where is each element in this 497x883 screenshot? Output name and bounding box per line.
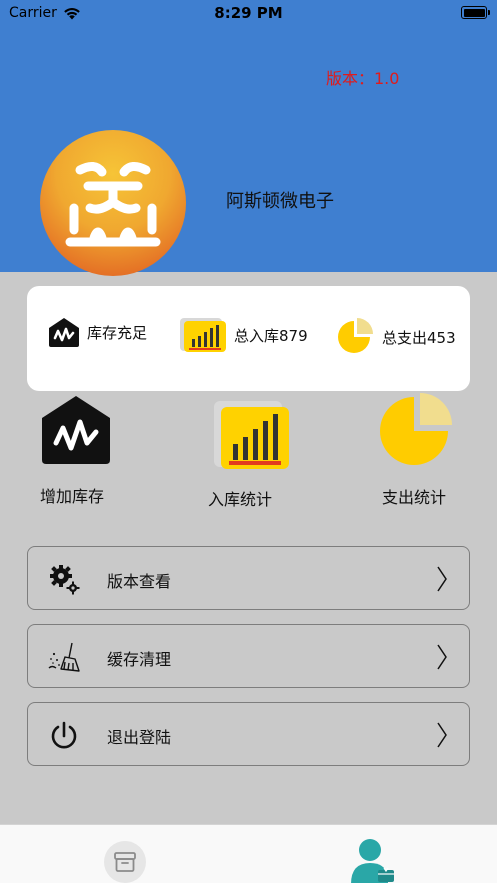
version-label: 版本：1.0 xyxy=(326,69,400,88)
status-time: 8:29 PM xyxy=(214,4,283,22)
power-icon xyxy=(51,721,77,749)
bar-chart-icon xyxy=(180,318,226,352)
chevron-right-icon xyxy=(437,722,447,748)
outbound-total-label: 总支出453 xyxy=(382,328,456,347)
stock-status[interactable]: 库存充足 xyxy=(47,316,147,348)
version-check-label: 版本查看 xyxy=(107,572,172,591)
tab-profile[interactable] xyxy=(348,835,398,883)
inbound-total[interactable]: 总入库879 xyxy=(180,316,308,354)
outbound-total[interactable]: 总支出453 xyxy=(334,318,456,356)
tab-home[interactable] xyxy=(104,841,146,883)
profile-header: Carrier 8:29 PM 版本：1.0 阿斯顿微电子 xyxy=(0,0,497,276)
gears-icon xyxy=(50,565,80,595)
add-stock-label: 增加库存 xyxy=(39,487,104,506)
logout-label: 退出登陆 xyxy=(107,728,172,747)
bar-chart-large-icon xyxy=(214,401,289,469)
version-check-row[interactable]: 版本查看 xyxy=(27,546,470,610)
company-name: 阿斯顿微电子 xyxy=(226,191,334,212)
stock-large-icon xyxy=(42,396,110,464)
inbound-total-label: 总入库879 xyxy=(234,326,308,345)
pie-chart-icon xyxy=(338,318,373,353)
stock-status-label: 库存充足 xyxy=(87,323,148,342)
battery-icon xyxy=(461,6,490,19)
box-icon xyxy=(114,852,136,872)
company-logo xyxy=(40,130,186,276)
clear-cache-label: 缓存清理 xyxy=(107,650,172,669)
logout-row[interactable]: 退出登陆 xyxy=(27,702,470,766)
tab-bar xyxy=(0,824,497,883)
summary-card: 库存充足 总入库879 总支出453 xyxy=(27,286,470,391)
broom-icon xyxy=(48,642,80,672)
chevron-right-icon xyxy=(437,644,447,670)
inbound-stats-label: 入库统计 xyxy=(207,490,272,509)
status-bar: Carrier 8:29 PM xyxy=(0,0,497,26)
user-icon xyxy=(351,839,394,883)
outbound-stats-label: 支出统计 xyxy=(381,488,446,507)
clear-cache-row[interactable]: 缓存清理 xyxy=(27,624,470,688)
stock-icon xyxy=(49,318,79,347)
logo-glyph-icon xyxy=(65,162,161,247)
pie-chart-large-icon xyxy=(380,393,452,465)
chevron-right-icon xyxy=(437,566,447,592)
